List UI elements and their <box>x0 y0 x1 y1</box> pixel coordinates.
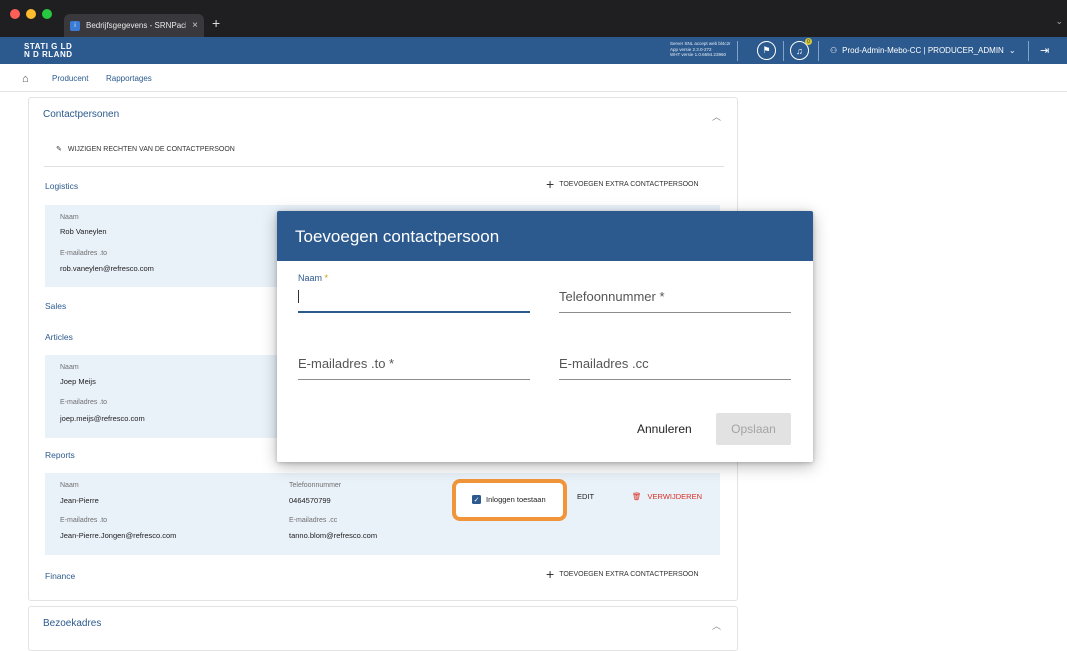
field-underline <box>559 312 791 313</box>
header-divider <box>818 41 819 61</box>
chevron-down-icon[interactable]: ⌄ <box>1055 16 1063 27</box>
email-cc-label: E-mailadres .cc <box>289 517 338 524</box>
logout-icon[interactable]: ⇥ <box>1040 44 1049 57</box>
notification-badge: 0 <box>805 38 812 45</box>
email-to-field[interactable]: E-mailadres .to * <box>298 340 530 380</box>
server-version: Server SNL accept web bl4c2r <box>670 41 731 46</box>
email-to-field-label: E-mailadres .to * <box>298 356 395 371</box>
login-allowed-highlight: ✓ Inloggen toestaan <box>452 479 567 521</box>
pencil-icon: ✎ <box>56 146 62 153</box>
trash-icon: 🗑 <box>632 492 642 501</box>
phone-field[interactable]: Telefoonnummer * <box>559 273 791 313</box>
cancel-button[interactable]: Annuleren <box>637 422 692 436</box>
section-articles: Articles <box>45 332 73 342</box>
delete-button[interactable]: 🗑 VERWIJDEREN <box>632 492 702 501</box>
logo[interactable]: STATI G LD N D RLAND <box>24 43 73 59</box>
email-to-label: E-mailadres .to <box>60 250 108 257</box>
logo-line-2: N D RLAND <box>24 50 73 59</box>
divider <box>44 166 724 167</box>
dialog-header: Toevoegen contactpersoon <box>277 211 813 261</box>
email-to-value: joep.meijs@refresco.com <box>60 414 145 423</box>
build-info: Server SNL accept web bl4c2r App versie … <box>670 41 738 61</box>
visit-address-card: Bezoekadres ︿ <box>28 606 738 651</box>
name-field-label: Naam * <box>298 273 328 283</box>
header-divider <box>1028 41 1029 61</box>
card-title: Contactpersonen <box>43 109 120 120</box>
flag-icon[interactable]: ⚑ <box>757 41 776 60</box>
email-cc-field[interactable]: E-mailadres .cc <box>559 340 791 380</box>
required-mark: * <box>322 273 329 283</box>
browser-tab[interactable]: i Bedrijfsgegevens - SRNPack × <box>64 14 204 37</box>
email-cc-field-label: E-mailadres .cc <box>559 356 649 371</box>
person-card-reports: Naam Jean-Pierre E-mailadres .to Jean-Pi… <box>45 473 720 555</box>
delete-label: VERWIJDEREN <box>647 492 702 501</box>
close-window-icon[interactable] <box>10 9 20 19</box>
edit-rights-button[interactable]: ✎ WIJZIGEN RECHTEN VAN DE CONTACTPERSOON <box>56 145 235 154</box>
name-label: Naam <box>60 482 79 489</box>
email-to-value: rob.vaneylen@refresco.com <box>60 264 154 273</box>
user-name: Prod-Admin-Mebo-CC | PRODUCER_ADMIN <box>842 46 1004 55</box>
name-value: Jean-Pierre <box>60 496 99 505</box>
text-cursor <box>298 290 299 303</box>
email-to-value: Jean-Pierre.Jongen@refresco.com <box>60 531 177 540</box>
phone-value: 0464570799 <box>289 496 331 505</box>
plus-icon: + <box>546 566 555 582</box>
name-value: Joep Meijs <box>60 377 96 386</box>
login-allowed-label[interactable]: Inloggen toestaan <box>486 495 546 504</box>
collapse-icon[interactable]: ︿ <box>712 110 721 123</box>
name-field-text: Naam <box>298 273 323 283</box>
tab-close-icon[interactable]: × <box>192 20 198 31</box>
field-underline <box>559 379 791 380</box>
add-extra-contact-button[interactable]: + TOEVOEGEN EXTRA CONTACTPERSOON <box>546 176 699 192</box>
login-allowed-checkbox[interactable]: ✓ <box>472 495 481 504</box>
nav-bar: ⌂ Producent Rapportages <box>0 64 1067 92</box>
header-divider <box>783 41 784 61</box>
home-icon[interactable]: ⌂ <box>22 73 29 85</box>
plus-icon: + <box>546 176 555 192</box>
email-to-label: E-mailadres .to <box>60 517 108 524</box>
name-value: Rob Vaneylen <box>60 227 107 236</box>
email-to-label: E-mailadres .to <box>60 399 108 406</box>
new-tab-button[interactable]: + <box>212 15 220 31</box>
field-underline <box>298 311 530 313</box>
tab-title: Bedrijfsgegevens - SRNPack <box>86 21 187 30</box>
name-field[interactable]: Naam * <box>298 273 530 313</box>
phone-field-label: Telefoonnummer * <box>559 289 665 304</box>
phone-label: Telefoonnummer <box>289 482 342 489</box>
add-extra-contact-button[interactable]: + TOEVOEGEN EXTRA CONTACTPERSOON <box>546 566 699 582</box>
favicon-icon: i <box>70 20 80 31</box>
card-title: Bezoekadres <box>43 618 102 629</box>
dialog-title: Toevoegen contactpersoon <box>295 227 500 246</box>
expand-icon[interactable]: ︿ <box>712 619 721 632</box>
window-controls <box>10 9 52 19</box>
field-underline <box>298 379 530 380</box>
maximize-window-icon[interactable] <box>42 9 52 19</box>
section-reports: Reports <box>45 450 75 460</box>
name-label: Naam <box>60 364 79 371</box>
name-label: Naam <box>60 214 79 221</box>
edit-button[interactable]: EDIT <box>577 492 594 501</box>
nav-producent[interactable]: Producent <box>52 74 88 83</box>
email-cc-value: tanno.blom@refresco.com <box>289 531 378 540</box>
add-extra-label: TOEVOEGEN EXTRA CONTACTPERSOON <box>559 180 699 188</box>
nav-rapportages[interactable]: Rapportages <box>106 74 152 83</box>
save-button[interactable]: Opslaan <box>716 413 791 445</box>
add-extra-label: TOEVOEGEN EXTRA CONTACTPERSOON <box>559 570 699 578</box>
section-sales: Sales <box>45 301 67 311</box>
edit-rights-label: WIJZIGEN RECHTEN VAN DE CONTACTPERSOON <box>67 145 235 153</box>
section-logistics: Logistics <box>45 181 79 191</box>
wht-version: WHT versie 1.0.6694.23960 <box>670 52 726 57</box>
section-finance: Finance <box>45 571 76 581</box>
app-header: STATI G LD N D RLAND Server SNL accept w… <box>0 37 1067 64</box>
user-menu[interactable]: ⚇ Prod-Admin-Mebo-CC | PRODUCER_ADMIN ⌄ <box>830 46 1016 55</box>
user-icon: ⚇ <box>830 46 838 55</box>
add-contact-dialog: Toevoegen contactpersoon Naam * Telefoon… <box>277 211 813 462</box>
chevron-down-icon: ⌄ <box>1008 46 1016 55</box>
browser-chrome: i Bedrijfsgegevens - SRNPack × + ⌄ <box>0 0 1067 37</box>
minimize-window-icon[interactable] <box>26 9 36 19</box>
